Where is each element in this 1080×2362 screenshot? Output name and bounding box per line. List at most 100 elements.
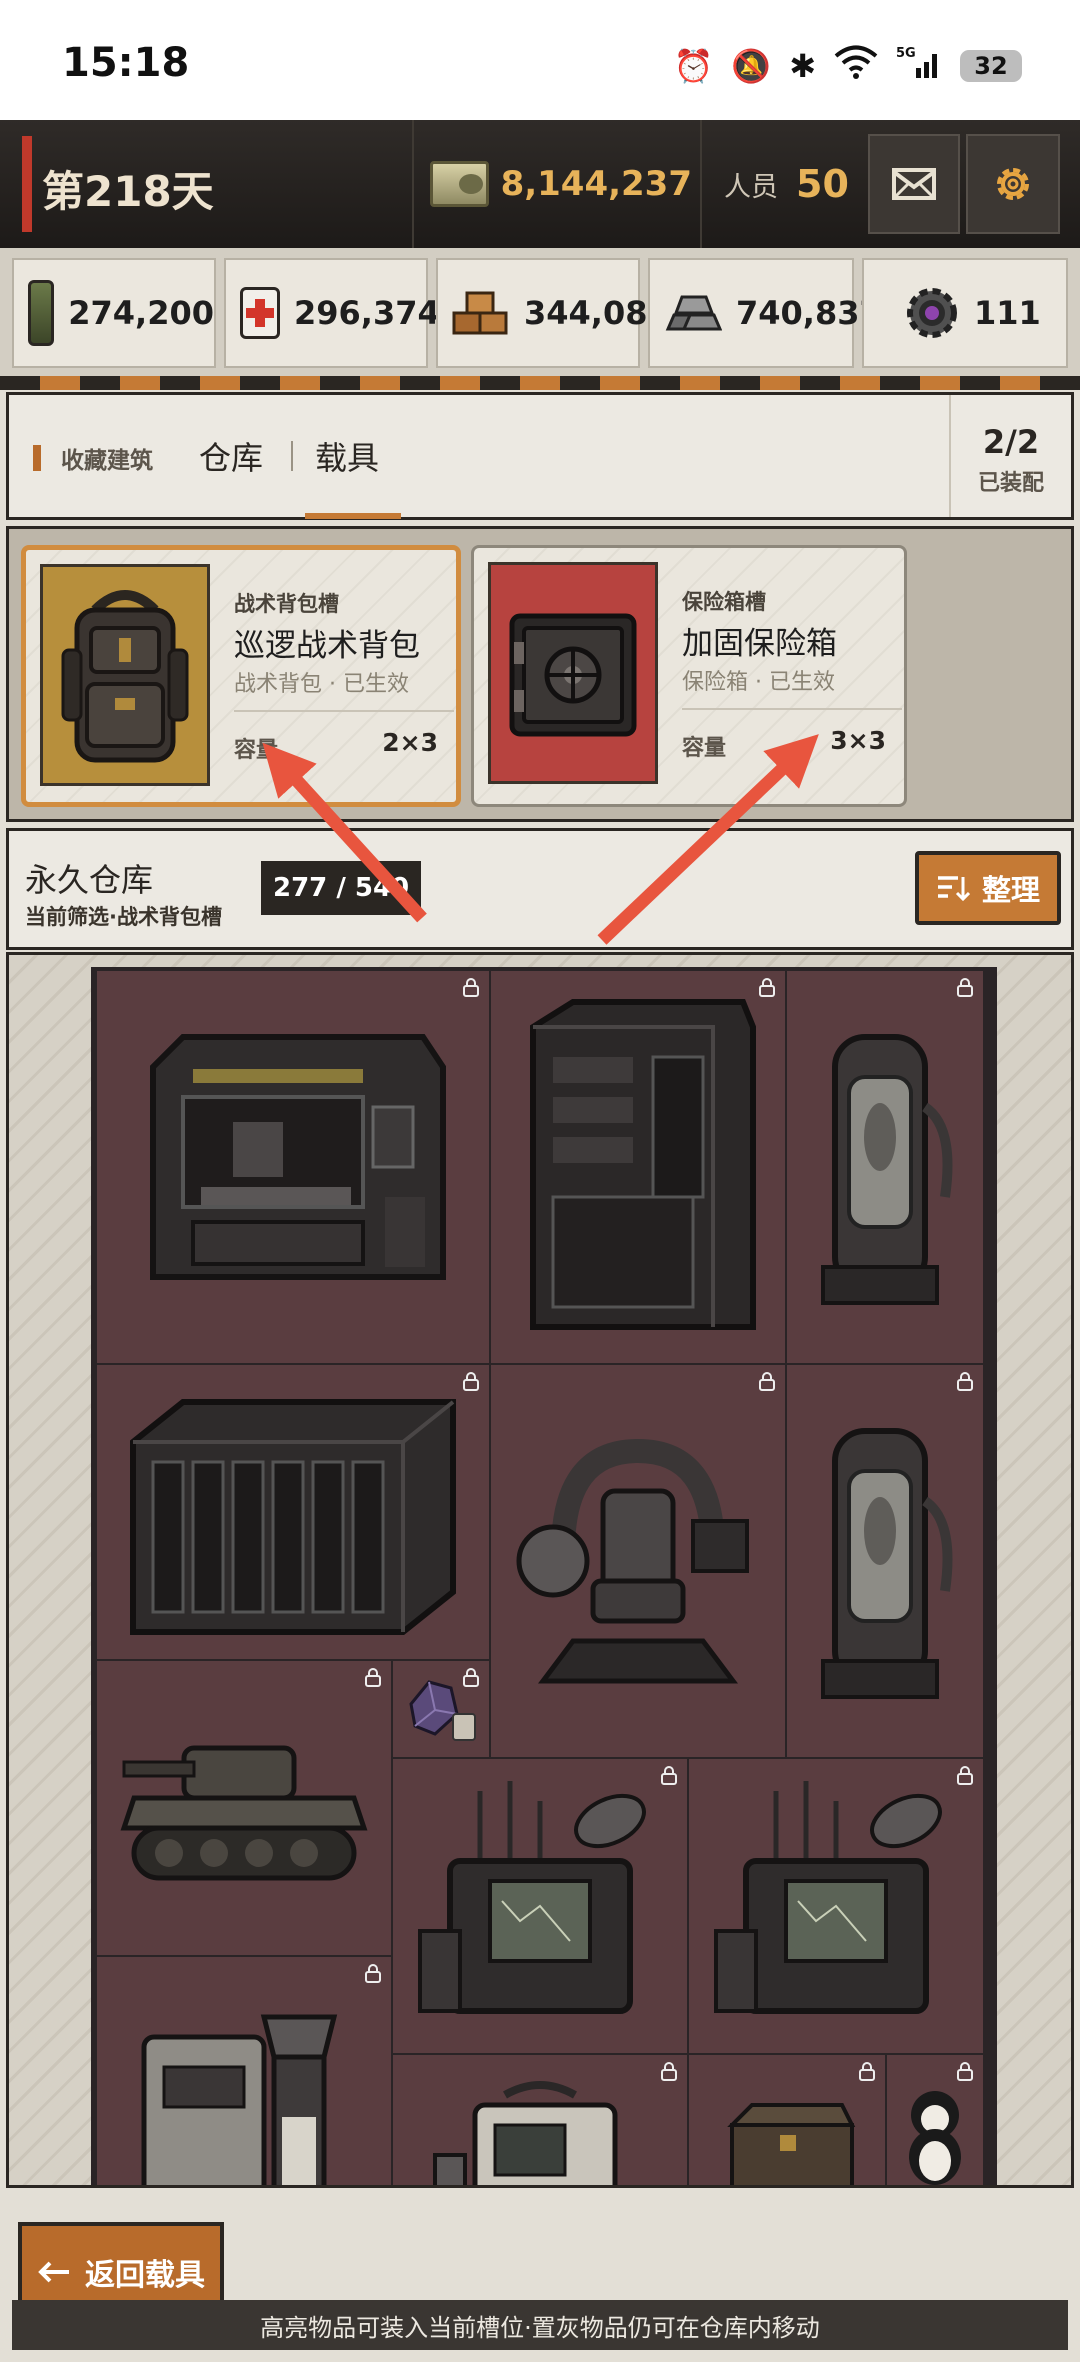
5g-signal-icon: 5G (896, 44, 942, 88)
settings-button[interactable] (966, 134, 1060, 234)
lock-icon (661, 2062, 677, 2081)
slot-capacity-value: 3×3 (830, 726, 886, 755)
warehouse-header: 永久仓库 当前筛选·战术背包槽 277 / 540 整理 (6, 828, 1074, 950)
slot-status: 保险箱 · 已生效 (682, 670, 835, 695)
money-value: 8,144,237 (500, 164, 692, 204)
grid-item-radar-station-2[interactable] (687, 1757, 985, 2055)
radar-station-icon (714, 1781, 942, 2014)
slot-status: 战术背包 · 已生效 (234, 672, 409, 697)
wood-icon (452, 289, 510, 337)
resource-food[interactable]: 274,200 (12, 258, 216, 368)
grid-item-penguin-figure[interactable] (885, 2053, 985, 2185)
grid-item-cryo-pod[interactable] (785, 969, 985, 1365)
lock-icon (759, 1372, 775, 1391)
food-can-icon (28, 280, 55, 346)
warehouse-title: 永久仓库 (25, 861, 154, 899)
grid-item-water-purifier[interactable] (95, 1955, 393, 2185)
slot-capacity-label: 容量 (682, 736, 727, 761)
slot-capacity-value: 2×3 (382, 728, 438, 757)
grid-item-cryo-pod-2[interactable] (785, 1363, 985, 1759)
mail-icon (892, 168, 936, 200)
chest-icon (727, 2103, 856, 2185)
warehouse-filter: 当前筛选·战术背包槽 (25, 905, 222, 929)
resource-wood[interactable]: 344,084 (436, 258, 670, 368)
resource-medicine[interactable]: 296,374 (224, 258, 440, 368)
slot-name: 巡逻战术背包 (234, 628, 420, 664)
grid-item-console-device[interactable] (391, 2053, 689, 2185)
warehouse-grid (91, 967, 997, 2185)
tab-separator (291, 441, 293, 471)
arrow-left-icon (38, 2261, 69, 2283)
lock-icon (365, 1964, 381, 1983)
cryo-pod-icon (821, 1428, 953, 1699)
day-accent (22, 136, 32, 232)
alarm-icon: ⏰ (673, 47, 714, 85)
tab-accent (33, 445, 41, 471)
grid-item-command-chair[interactable] (489, 1363, 787, 1759)
equipped-label: 已装配 (977, 471, 1044, 496)
command-chair-icon (516, 1438, 749, 1684)
lock-icon (463, 1668, 479, 1687)
resource-medicine-value: 296,374 (294, 294, 440, 332)
back-label: 返回载具 (85, 2258, 205, 2293)
tab-vehicle[interactable]: 载具 (315, 433, 379, 479)
warehouse-capacity: 277 / 540 (261, 861, 422, 915)
console-device-icon (433, 2081, 618, 2185)
staff-label: 人员 (724, 171, 778, 203)
lock-icon (957, 978, 973, 997)
tab-warehouse[interactable]: 仓库 (199, 433, 263, 479)
grid-item-nas-storage[interactable] (95, 1363, 491, 1661)
bell-muted-icon: 🔕 (731, 47, 772, 85)
grid-item-tank[interactable] (95, 1659, 393, 1957)
chip-gear-icon (904, 285, 960, 341)
grid-item-server-tower[interactable] (489, 969, 787, 1365)
status-icons: ⏰ 🔕 ✱ 5G 32 (673, 44, 1022, 88)
resource-metal-value: 740,837 (736, 294, 882, 332)
sort-button[interactable]: 整理 (915, 851, 1061, 925)
equipped-count: 2/2 (982, 423, 1040, 461)
sort-icon (937, 876, 970, 902)
grid-item-crystal[interactable] (391, 1659, 491, 1759)
lock-icon (661, 1766, 677, 1785)
tabs-panel: 收藏建筑 仓库 载具 2/2 已装配 (6, 392, 1074, 520)
purifier-machine-icon (141, 2014, 338, 2185)
staff-display: 人员 50 (700, 120, 860, 248)
resource-food-value: 274,200 (68, 294, 214, 332)
grid-item-storage-chest[interactable] (687, 2053, 887, 2185)
slot-category: 战术背包槽 (234, 592, 339, 616)
gear-icon (997, 168, 1029, 200)
equipped-counter: 2/2 已装配 (949, 395, 1071, 517)
battery-icon: 32 (960, 50, 1022, 82)
resource-tech-value: 111 (974, 294, 1041, 332)
bottom-bar: 返回载具 高亮物品可装入当前槽位·置灰物品仍可在仓库内移动 (0, 2190, 1080, 2362)
wifi-icon (834, 45, 878, 87)
active-tab-indicator (305, 513, 401, 519)
slots-panel: 战术背包槽 巡逻战术背包 战术背包 · 已生效 容量 2×3 保险箱槽 加固保险… (6, 526, 1074, 822)
resource-tech[interactable]: 111 (862, 258, 1068, 368)
lock-icon (957, 2062, 973, 2081)
resource-metal[interactable]: 740,837 (648, 258, 882, 368)
cash-icon (430, 161, 489, 207)
lock-icon (365, 1668, 381, 1687)
tab-favorite-buildings[interactable]: 收藏建筑 (61, 441, 153, 475)
penguin-figure-icon (909, 2091, 961, 2185)
printer-machine-icon (150, 1034, 446, 1280)
mail-button[interactable] (868, 134, 960, 234)
grid-item-radar-station[interactable] (391, 1757, 689, 2055)
slot-backpack[interactable]: 战术背包槽 巡逻战术背包 战术背包 · 已生效 容量 2×3 (21, 545, 461, 807)
lock-icon (957, 1766, 973, 1785)
warehouse-grid-area (6, 952, 1074, 2188)
lock-icon (463, 978, 479, 997)
cryo-pod-icon (821, 1034, 953, 1305)
hint-text: 高亮物品可装入当前槽位·置灰物品仍可在仓库内移动 (12, 2300, 1068, 2350)
lock-icon (463, 1372, 479, 1391)
server-tower-icon (530, 999, 756, 1330)
hazard-stripe (0, 376, 1080, 390)
lock-icon (957, 1372, 973, 1391)
slot-name: 加固保险箱 (682, 626, 837, 662)
grid-item-3d-printer[interactable] (95, 969, 491, 1365)
slot-safe[interactable]: 保险箱槽 加固保险箱 保险箱 · 已生效 容量 3×3 (471, 545, 907, 807)
metal-ingot-icon (664, 289, 723, 337)
radar-station-icon (418, 1781, 646, 2014)
slot-capacity-label: 容量 (234, 738, 279, 763)
